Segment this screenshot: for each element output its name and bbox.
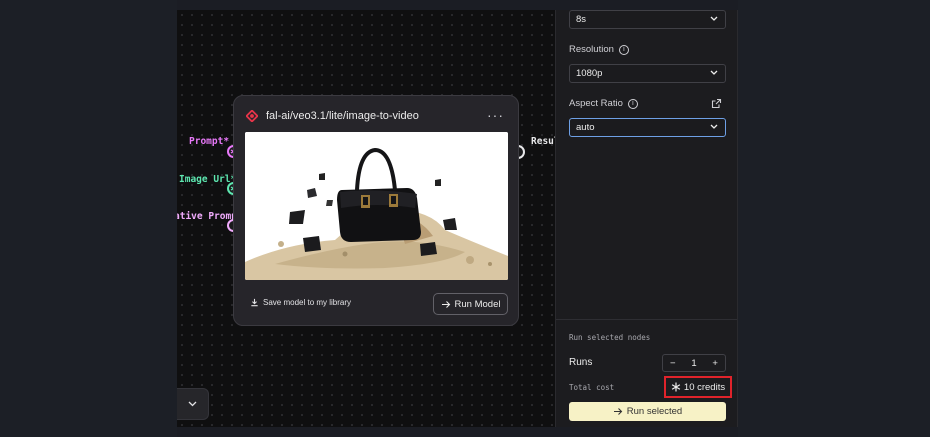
download-icon (251, 298, 258, 307)
run-model-button[interactable]: Run Model (433, 293, 508, 315)
ellipsis-icon[interactable]: ··· (487, 107, 504, 123)
node-header: fal-ai/veo3.1/lite/image-to-video ··· (246, 106, 506, 126)
duration-select[interactable]: 8s (569, 10, 726, 29)
fal-logo-icon (246, 110, 258, 122)
runs-label: Runs (569, 357, 593, 368)
save-model-label: Save model to my library (263, 298, 352, 307)
image-preview (245, 132, 508, 280)
resolution-label: Resolution i (569, 44, 629, 55)
duration-value: 8s (576, 14, 587, 25)
chevron-down-icon (710, 70, 718, 75)
plus-icon[interactable]: + (712, 358, 718, 369)
total-cost-label: Total cost (569, 383, 615, 392)
outer-background-left (0, 0, 177, 437)
model-node[interactable]: fal-ai/veo3.1/lite/image-to-video ··· Sa… (233, 95, 519, 326)
info-icon[interactable]: i (627, 98, 638, 109)
outer-background-right (738, 0, 930, 437)
arrow-right-icon (441, 300, 450, 308)
run-selected-nodes-title: Run selected nodes (569, 333, 651, 342)
aspect-ratio-label-text: Aspect Ratio (569, 98, 623, 109)
runs-value: 1 (691, 357, 697, 369)
aspect-ratio-label: Aspect Ratio i (569, 98, 638, 109)
chevron-down-icon (188, 401, 197, 407)
result-port-label: Resul (531, 136, 555, 147)
prompt-port-label: Prompt* (189, 136, 230, 147)
section-divider (556, 319, 737, 320)
resolution-select[interactable]: 1080p (569, 64, 726, 83)
app-window: Prompt* Image Url* ative Prompt Resul fa… (0, 0, 930, 437)
properties-sidebar: 8s Resolution i 1080p Aspect Ratio i aut… (555, 10, 738, 427)
run-selected-label: Run selected (626, 406, 683, 417)
minus-icon[interactable]: − (670, 358, 676, 369)
bag-image (245, 132, 508, 280)
credits-value: 10 credits (683, 381, 726, 393)
node-title: fal-ai/veo3.1/lite/image-to-video (266, 110, 419, 122)
asterisk-icon (671, 382, 681, 392)
credits-badge: 10 credits (664, 376, 732, 398)
workflow-canvas[interactable]: Prompt* Image Url* ative Prompt Resul fa… (177, 10, 555, 427)
run-model-label: Run Model (454, 298, 501, 310)
resolution-label-text: Resolution (569, 44, 614, 55)
chevron-down-icon (710, 16, 718, 21)
aspect-ratio-select[interactable]: auto (569, 118, 726, 137)
aspect-ratio-value: auto (576, 122, 595, 133)
external-link-icon[interactable] (711, 98, 722, 109)
arrow-right-icon (613, 408, 623, 415)
chevron-down-icon (710, 124, 718, 129)
run-selected-button[interactable]: Run selected (569, 402, 726, 421)
resolution-value: 1080p (576, 68, 603, 79)
info-icon[interactable]: i (618, 44, 629, 55)
save-model-link[interactable]: Save model to my library (250, 298, 351, 307)
runs-stepper[interactable]: − 1 + (662, 354, 726, 372)
panel-toggle-button[interactable] (177, 388, 209, 420)
